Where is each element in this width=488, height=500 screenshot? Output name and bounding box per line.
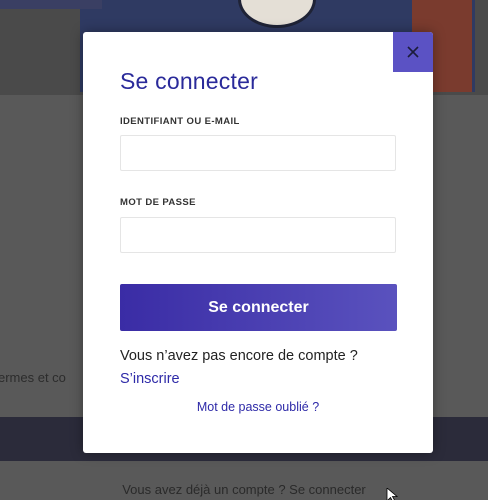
no-account-text: Vous n’avez pas encore de compte ? <box>120 348 358 364</box>
login-modal: Se connecter IDENTIFIANT OU E-MAIL MOT D… <box>83 32 433 453</box>
background-top-bar <box>0 0 102 9</box>
username-input[interactable] <box>120 135 396 171</box>
clock-illustration <box>238 0 316 28</box>
login-submit-button[interactable]: Se connecter <box>120 284 397 331</box>
background-terms-text: ermes et co <box>0 370 66 385</box>
password-input[interactable] <box>120 217 396 253</box>
password-label: MOT DE PASSE <box>120 197 196 208</box>
close-button[interactable] <box>393 32 433 72</box>
username-label: IDENTIFIANT OU E-MAIL <box>120 116 240 127</box>
mouse-cursor-icon <box>386 488 399 500</box>
forgot-password-link[interactable]: Mot de passe oublié ? <box>83 400 433 414</box>
background-footer-text: Vous avez déjà un compte ? Se connecter <box>122 482 366 497</box>
modal-title: Se connecter <box>120 68 258 94</box>
page: ermes et co Vous avez déjà un compte ? S… <box>0 0 488 500</box>
register-link[interactable]: S’inscrire <box>120 371 180 387</box>
close-icon <box>407 46 419 58</box>
